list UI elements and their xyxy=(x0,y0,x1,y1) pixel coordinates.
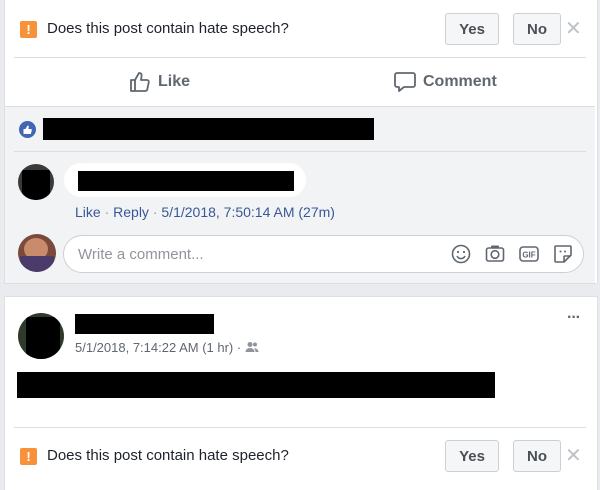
comment-reply-link[interactable]: Reply xyxy=(113,204,149,220)
like-reaction-icon[interactable] xyxy=(19,121,36,138)
avatar[interactable] xyxy=(18,313,64,359)
divider xyxy=(14,151,586,152)
like-action-button[interactable]: Like xyxy=(128,68,198,96)
friends-audience-icon[interactable] xyxy=(245,341,259,353)
question-text: Does this post contain hate speech? xyxy=(47,447,289,464)
like-label: Like xyxy=(158,73,191,90)
reactions-names-redacted xyxy=(43,118,374,140)
yes-button[interactable]: Yes xyxy=(445,440,499,472)
camera-icon[interactable] xyxy=(484,243,506,265)
divider xyxy=(14,57,586,58)
warning-icon: ! xyxy=(20,21,37,38)
close-icon[interactable]: ✕ xyxy=(565,446,582,466)
hate-speech-question-bar: ! Does this post contain hate speech? Ye… xyxy=(0,0,600,56)
comment-meta: Like · Reply · 5/1/2018, 7:50:14 AM (27m… xyxy=(75,204,335,220)
question-text: Does this post contain hate speech? xyxy=(47,20,289,37)
comment-like-link[interactable]: Like xyxy=(75,204,101,220)
no-button[interactable]: No xyxy=(513,440,561,472)
comment-input[interactable]: Write a comment... GIF xyxy=(63,235,584,273)
author-name-redacted[interactable] xyxy=(75,314,214,334)
card-bottom-edge xyxy=(4,283,596,284)
post-timestamp[interactable]: 5/1/2018, 7:14:22 AM (1 hr) xyxy=(75,340,233,355)
warning-icon: ! xyxy=(20,448,37,465)
comment-input-placeholder: Write a comment... xyxy=(78,246,204,263)
comment-timestamp[interactable]: 5/1/2018, 7:50:14 AM (27m) xyxy=(161,204,335,220)
thumbs-up-icon xyxy=(130,72,150,92)
no-button[interactable]: No xyxy=(513,13,561,45)
comment-label: Comment xyxy=(423,73,497,90)
emoji-icon[interactable] xyxy=(450,243,472,265)
hate-speech-question-bar: ! Does this post contain hate speech? Ye… xyxy=(0,428,600,484)
post-options-button[interactable]: ··· xyxy=(567,309,581,327)
comment-bubble-icon xyxy=(394,72,416,92)
post-text-redacted xyxy=(17,372,495,398)
comment-bubble xyxy=(64,163,306,197)
comment-action-button[interactable]: Comment xyxy=(393,68,503,96)
gif-icon[interactable]: GIF xyxy=(518,243,540,265)
comment-text-redacted xyxy=(78,171,294,191)
sticker-icon[interactable] xyxy=(552,243,574,265)
yes-button[interactable]: Yes xyxy=(445,13,499,45)
close-icon[interactable]: ✕ xyxy=(565,19,582,39)
avatar[interactable] xyxy=(18,234,56,272)
svg-text:GIF: GIF xyxy=(522,251,535,260)
avatar[interactable] xyxy=(18,164,54,200)
post-meta: 5/1/2018, 7:14:22 AM (1 hr) · xyxy=(75,340,259,355)
